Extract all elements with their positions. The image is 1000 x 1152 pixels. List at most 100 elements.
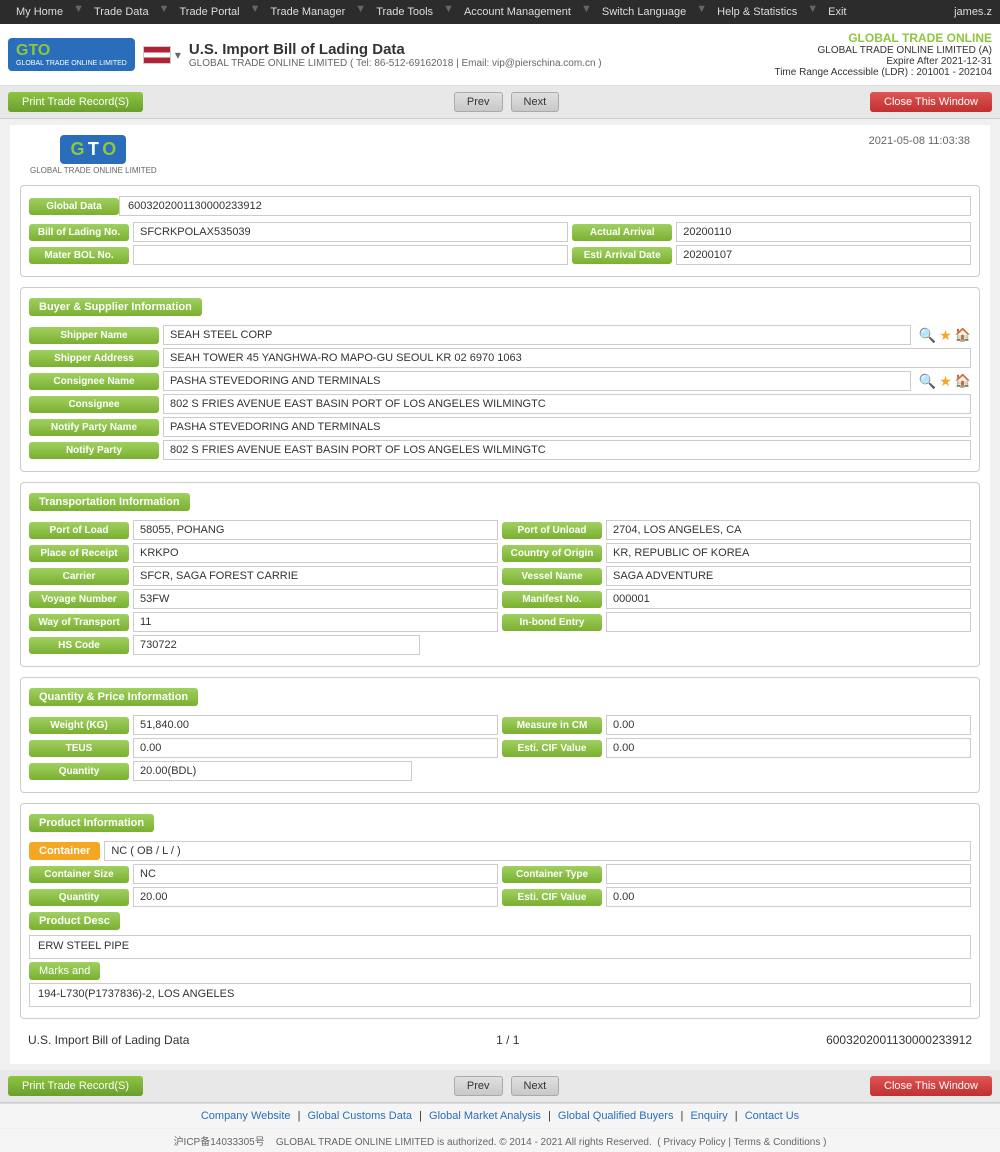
print-record-button-top[interactable]: Print Trade Record(S)	[8, 92, 143, 112]
logo-o: O	[102, 139, 116, 159]
bol-value: SFCRKPOLAX535039	[133, 222, 568, 242]
close-window-button-bottom[interactable]: Close This Window	[870, 1076, 992, 1096]
vessel-name-value: SAGA ADVENTURE	[606, 566, 971, 586]
port-of-unload-value: 2704, LOS ANGELES, CA	[606, 520, 971, 540]
product-esti-cif-label: Esti. CIF Value	[502, 889, 602, 906]
marks-button[interactable]: Marks and	[29, 962, 100, 980]
close-window-button-top[interactable]: Close This Window	[870, 92, 992, 112]
next-button-top[interactable]: Next	[511, 92, 560, 112]
record-logo: G T O GLOBAL TRADE ONLINE LIMITED	[30, 135, 157, 175]
expire-date: Expire After 2021-12-31	[774, 56, 992, 67]
place-of-receipt-value: KRKPO	[133, 543, 498, 563]
record-footer-pagenum: 1 / 1	[496, 1033, 519, 1047]
nav-trade-portal[interactable]: Trade Portal	[171, 3, 247, 21]
container-button[interactable]: Container	[29, 842, 100, 860]
actual-arrival-value: 20200110	[676, 222, 971, 242]
prev-button-top[interactable]: Prev	[454, 92, 503, 112]
container-size-label: Container Size	[29, 866, 129, 883]
footer-privacy[interactable]: Privacy Policy	[663, 1137, 725, 1148]
footer-global-market[interactable]: Global Market Analysis	[429, 1110, 541, 1122]
logo-g: G	[70, 139, 84, 159]
shipper-home-icon[interactable]: 🏠	[955, 327, 971, 343]
master-bol-row: Mater BOL No. Esti Arrival Date 20200107	[29, 245, 971, 265]
nav-trade-tools[interactable]: Trade Tools	[368, 3, 441, 21]
nav-exit[interactable]: Exit	[820, 3, 854, 21]
quantity-price-section: Quantity & Price Information Weight (KG)…	[20, 677, 980, 793]
measure-label: Measure in CM	[502, 717, 602, 734]
voyage-row: Voyage Number 53FW Manifest No. 000001	[29, 589, 971, 609]
record-logo-box: G T O	[60, 135, 126, 164]
manifest-no-label: Manifest No.	[502, 591, 602, 608]
esti-arrival-label: Esti Arrival Date	[572, 247, 672, 264]
logo-sub-text: GLOBAL TRADE ONLINE LIMITED	[30, 166, 157, 175]
container-size-row: Container Size NC Container Type	[29, 864, 971, 884]
record-footer-row: U.S. Import Bill of Lading Data 1 / 1 60…	[28, 1029, 972, 1051]
prev-button-bottom[interactable]: Prev	[454, 1076, 503, 1096]
product-section: Product Information Container NC ( OB / …	[20, 803, 980, 1019]
esti-cif-value: 0.00	[606, 738, 971, 758]
nav-switch-language[interactable]: Switch Language	[594, 3, 694, 21]
port-of-load-label: Port of Load	[29, 522, 129, 539]
measure-value: 0.00	[606, 715, 971, 735]
weight-label: Weight (KG)	[29, 717, 129, 734]
marks-value: 194-L730(P1737836)-2, LOS ANGELES	[29, 983, 971, 1007]
header-title-area: U.S. Import Bill of Lading Data GLOBAL T…	[189, 41, 775, 69]
nav-user: james.z	[954, 6, 992, 18]
container-type-value	[606, 864, 971, 884]
nav-account-management[interactable]: Account Management	[456, 3, 579, 21]
nav-help-statistics[interactable]: Help & Statistics	[709, 3, 805, 21]
manifest-no-value: 000001	[606, 589, 971, 609]
consignee-name-row: Consignee Name PASHA STEVEDORING AND TER…	[29, 371, 971, 391]
teus-value: 0.00	[133, 738, 498, 758]
way-of-transport-label: Way of Transport	[29, 614, 129, 631]
shipper-address-row: Shipper Address SEAH TOWER 45 YANGHWA-RO…	[29, 348, 971, 368]
action-bar-top: Print Trade Record(S) Prev Next Close Th…	[0, 86, 1000, 119]
container-type-label: Container Type	[502, 866, 602, 883]
footer-terms[interactable]: Terms & Conditions	[734, 1137, 821, 1148]
consignee-home-icon[interactable]: 🏠	[955, 373, 971, 389]
voyage-number-value: 53FW	[133, 589, 498, 609]
carrier-label: Carrier	[29, 568, 129, 585]
consignee-name-label: Consignee Name	[29, 373, 159, 390]
product-quantity-value: 20.00	[133, 887, 498, 907]
footer-enquiry[interactable]: Enquiry	[690, 1110, 727, 1122]
hs-code-label: HS Code	[29, 637, 129, 654]
logo: GTO GLOBAL TRADE ONLINE LIMITED	[8, 38, 135, 71]
global-data-row: Global Data 6003202001130000233912	[29, 196, 971, 216]
master-bol-label: Mater BOL No.	[29, 247, 129, 264]
nav-my-home[interactable]: My Home	[8, 3, 71, 21]
consignee-search-icon[interactable]: 🔍	[919, 373, 936, 390]
next-button-bottom[interactable]: Next	[511, 1076, 560, 1096]
company-full: GLOBAL TRADE ONLINE LIMITED (A)	[774, 45, 992, 56]
footer-company-website[interactable]: Company Website	[201, 1110, 291, 1122]
product-desc-value: ERW STEEL PIPE	[29, 935, 971, 959]
shipper-search-icon[interactable]: 🔍	[919, 327, 936, 344]
buyer-supplier-label: Buyer & Supplier Information	[29, 298, 202, 316]
marks-row: Marks and	[29, 962, 971, 980]
page-title: U.S. Import Bill of Lading Data	[189, 41, 775, 58]
footer-contact-us[interactable]: Contact Us	[745, 1110, 799, 1122]
consignee-value: 802 S FRIES AVENUE EAST BASIN PORT OF LO…	[163, 394, 971, 414]
print-record-button-bottom[interactable]: Print Trade Record(S)	[8, 1076, 143, 1096]
notify-party-label: Notify Party	[29, 442, 159, 459]
shipper-star-icon[interactable]: ★	[939, 327, 952, 344]
bol-row: Bill of Lading No. SFCRKPOLAX535039 Actu…	[29, 222, 971, 242]
nav-trade-manager[interactable]: Trade Manager	[262, 3, 353, 21]
teus-row: TEUS 0.00 Esti. CIF Value 0.00	[29, 738, 971, 758]
header-bar: GTO GLOBAL TRADE ONLINE LIMITED ▾ U.S. I…	[0, 24, 1000, 86]
place-of-receipt-label: Place of Receipt	[29, 545, 129, 562]
record-footer-id: 6003202001130000233912	[826, 1033, 972, 1047]
consignee-row: Consignee 802 S FRIES AVENUE EAST BASIN …	[29, 394, 971, 414]
vessel-name-label: Vessel Name	[502, 568, 602, 585]
consignee-star-icon[interactable]: ★	[939, 373, 952, 390]
footer-global-customs[interactable]: Global Customs Data	[308, 1110, 413, 1122]
logo-t: T	[88, 139, 99, 159]
weight-value: 51,840.00	[133, 715, 498, 735]
nav-trade-data[interactable]: Trade Data	[86, 3, 157, 21]
us-flag	[143, 46, 171, 64]
in-bond-entry-value	[606, 612, 971, 632]
footer-global-buyers[interactable]: Global Qualified Buyers	[558, 1110, 674, 1122]
quantity-value: 20.00(BDL)	[133, 761, 412, 781]
notify-party-value: 802 S FRIES AVENUE EAST BASIN PORT OF LO…	[163, 440, 971, 460]
time-range: Time Range Accessible (LDR) : 201001 - 2…	[774, 67, 992, 78]
